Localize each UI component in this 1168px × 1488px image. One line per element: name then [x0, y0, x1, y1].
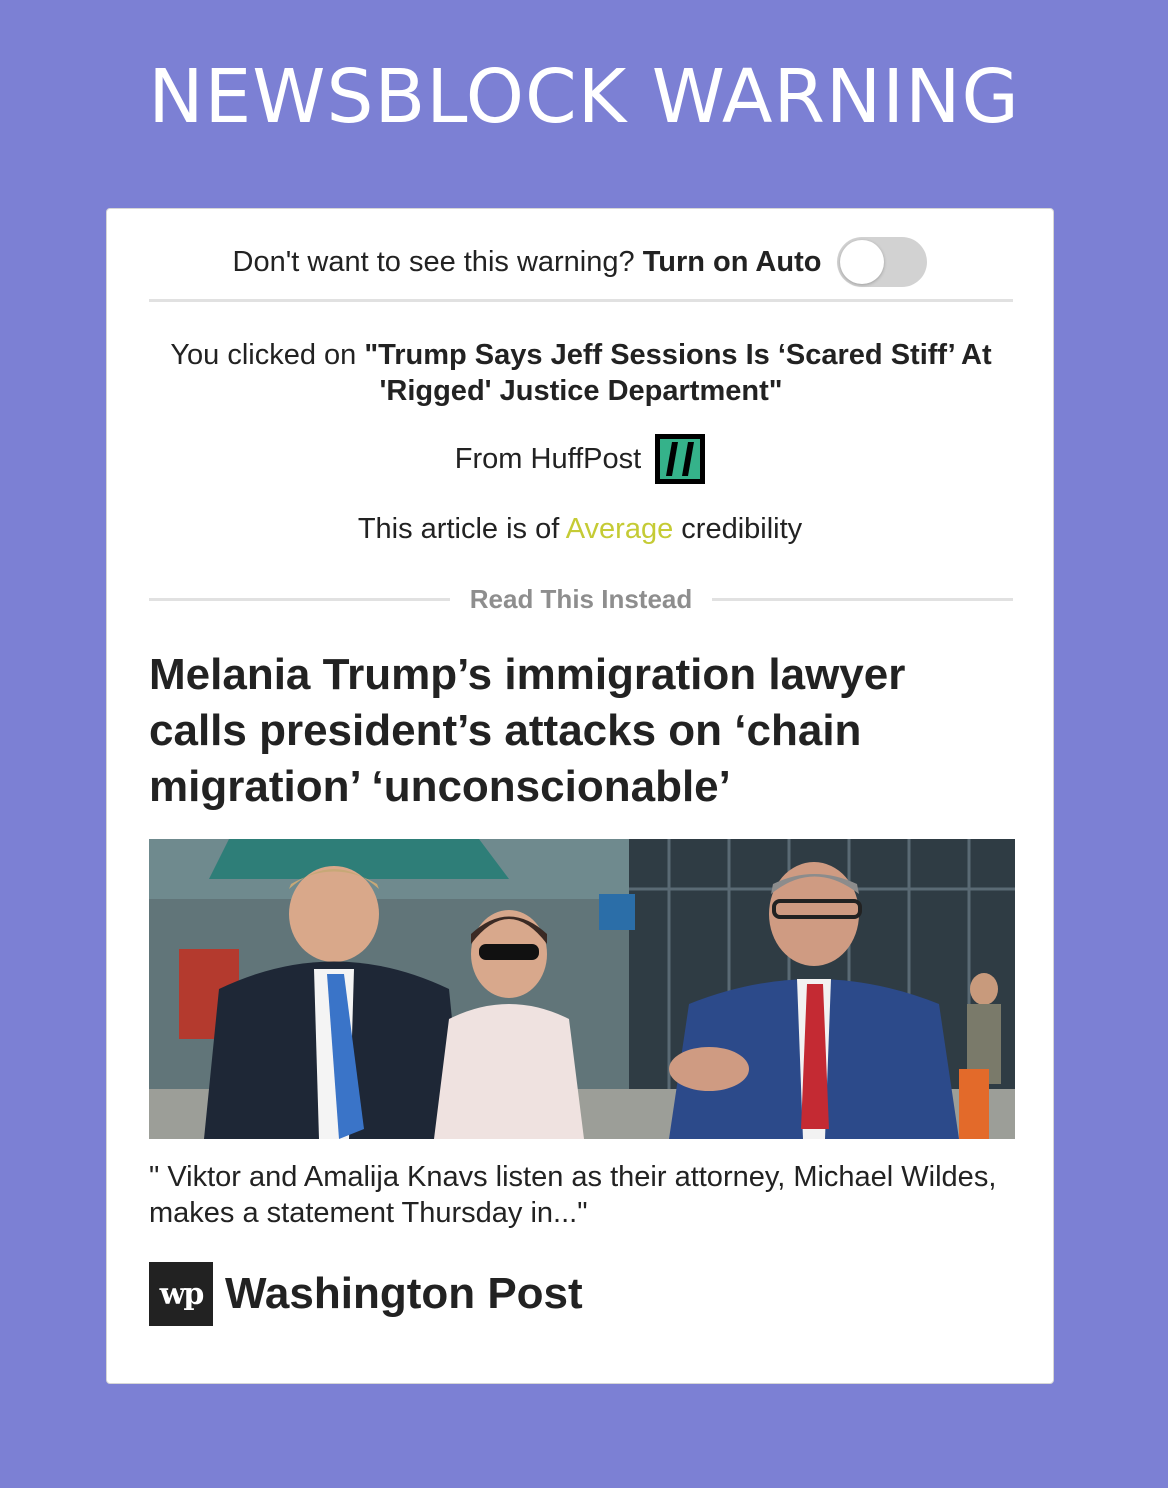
- article-caption: " Viktor and Amalija Knavs listen as the…: [149, 1161, 997, 1229]
- divider-line-right: [712, 597, 1013, 601]
- source-text: From HuffPost: [455, 443, 641, 476]
- auto-mode-row: Don't want to see this warning? Turn on …: [107, 235, 1053, 289]
- auto-prompt: Don't want to see this warning?: [232, 245, 635, 278]
- source-name: HuffPost: [530, 442, 642, 475]
- auto-prompt-text: Don't want to see this warning? Turn on …: [233, 246, 822, 279]
- page-title: NEWSBLOCK WARNING: [148, 54, 1020, 140]
- read-instead-divider: Read This Instead: [149, 579, 1013, 619]
- clicked-article: You clicked on "Trump Says Jeff Sessions…: [149, 337, 1013, 409]
- article-photo[interactable]: [149, 839, 1015, 1139]
- divider-line-left: [149, 597, 450, 601]
- washington-post-logo-icon: wp: [149, 1262, 213, 1326]
- clicked-prefix: You clicked on: [170, 339, 357, 371]
- alternative-headline[interactable]: Melania Trump’s immigration lawyer calls…: [149, 647, 1013, 815]
- toggle-knob: [840, 240, 885, 284]
- credibility-text: This article is of Average credibility: [107, 511, 1053, 547]
- source-row: From HuffPost: [107, 434, 1053, 484]
- source-prefix: From: [454, 442, 523, 475]
- clicked-article-title[interactable]: "Trump Says Jeff Sessions Is ‘Scared Sti…: [364, 339, 991, 407]
- read-instead-label: Read This Instead: [469, 583, 693, 614]
- divider: [149, 299, 1013, 302]
- alternative-source-name: Washington Post: [225, 1269, 583, 1318]
- auto-action-label: Turn on Auto: [642, 245, 822, 278]
- alternative-source[interactable]: wp Washington Post: [149, 1261, 583, 1327]
- credibility-level: Average: [565, 513, 674, 545]
- huffpost-logo-icon: [655, 434, 706, 484]
- credibility-suffix: credibility: [681, 513, 803, 545]
- warning-card: Don't want to see this warning? Turn on …: [106, 208, 1054, 1384]
- auto-toggle[interactable]: [837, 237, 928, 287]
- credibility-prefix: This article is of: [357, 513, 560, 545]
